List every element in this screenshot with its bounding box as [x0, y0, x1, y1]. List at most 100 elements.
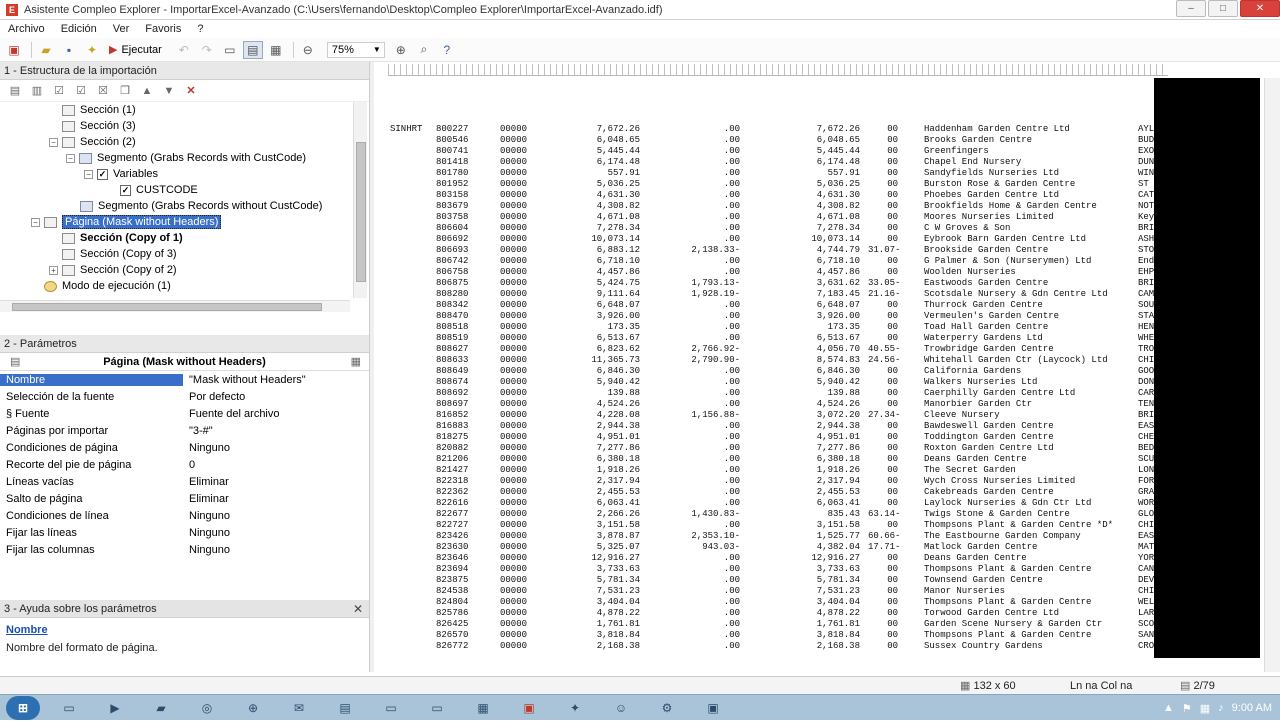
explorer-icon[interactable]: ▭ — [52, 697, 86, 719]
property-pages-icon[interactable]: ▦ — [351, 355, 361, 368]
close-icon[interactable]: ✕ — [353, 600, 363, 618]
tree-node-section-copy-1[interactable]: Sección (Copy of 1) — [62, 230, 183, 246]
tree-node-custcode[interactable]: ✓ CUSTCODE — [120, 182, 198, 198]
menu-help[interactable]: ? — [189, 23, 211, 35]
clock[interactable]: 9:00 AM — [1232, 702, 1272, 714]
menu-archivo[interactable]: Archivo — [0, 23, 53, 35]
param-row-line-conditions[interactable]: Condiciones de línea Ninguno — [0, 507, 369, 524]
scrollbar-thumb[interactable] — [12, 303, 322, 311]
param-row-page-conditions[interactable]: Condiciones de página Ninguno — [0, 439, 369, 456]
mail-icon[interactable]: ✉ — [282, 697, 316, 719]
settings-icon[interactable]: ⚙ — [650, 697, 684, 719]
param-row-empty-lines[interactable]: Líneas vacías Eliminar — [0, 473, 369, 490]
view-single-icon[interactable]: ▭ — [220, 41, 240, 59]
tree-node-section-copy-3[interactable]: Sección (Copy of 3) — [62, 246, 177, 262]
tree-node-section-2[interactable]: − Sección (2) — [49, 134, 136, 150]
param-value[interactable]: Fuente del archivo — [183, 408, 280, 420]
expand-toggle[interactable]: + — [49, 265, 58, 275]
tree-horizontal-scrollbar[interactable] — [0, 300, 350, 312]
param-row-fix-lines[interactable]: Fijar las líneas Ninguno — [0, 524, 369, 541]
menu-favoris[interactable]: Favoris — [137, 23, 189, 35]
param-value[interactable]: Ninguno — [183, 442, 230, 454]
add-field-icon[interactable]: ☒ — [92, 84, 114, 97]
param-row-font[interactable]: § Fuente Fuente del archivo — [0, 405, 369, 422]
param-row-nombre[interactable]: Nombre "Mask without Headers" — [0, 371, 369, 388]
tree-node-page-mask[interactable]: − Página (Mask without Headers) — [31, 214, 222, 230]
param-row-pages[interactable]: Páginas por importar "3-#" — [0, 422, 369, 439]
compleo-icon[interactable]: ▣ — [512, 697, 546, 719]
param-row-page-break[interactable]: Salto de página Eliminar — [0, 490, 369, 507]
report-preview[interactable]: SINHRT 800227 00000 7,672.26 .00 7,672.26 00 Ha… — [374, 62, 1280, 672]
add-variable-icon[interactable]: ☑ — [70, 84, 92, 97]
browser-icon[interactable]: ◎ — [190, 697, 224, 719]
add-section-icon[interactable]: ▥ — [26, 84, 48, 97]
param-row-footer-trim[interactable]: Recorte del pie de página 0 — [0, 456, 369, 473]
collapse-toggle[interactable]: − — [31, 217, 40, 227]
param-value[interactable]: 0 — [183, 459, 195, 471]
view-split-icon[interactable]: ▤ — [242, 40, 263, 59]
window-icon[interactable]: ▭ — [374, 697, 408, 719]
calculator-icon[interactable]: ▦ — [466, 697, 500, 719]
media-icon[interactable]: ▶ — [98, 697, 132, 719]
param-value[interactable]: Ninguno — [183, 544, 230, 556]
tree-vertical-scrollbar[interactable] — [353, 102, 367, 298]
move-up-icon[interactable]: ▲ — [136, 85, 158, 97]
network-icon[interactable]: ⊕ — [236, 697, 270, 719]
help-icon[interactable]: ? — [437, 41, 457, 59]
tray-arrow-icon[interactable]: ▲ — [1163, 702, 1174, 714]
tray-network-icon[interactable]: ▦ — [1200, 702, 1210, 715]
binoculars-icon[interactable]: ⌕ — [414, 41, 434, 59]
collapse-toggle[interactable]: − — [66, 153, 75, 163]
help-topic-link[interactable]: Nombre — [0, 618, 369, 638]
tools-icon[interactable]: ✦ — [558, 697, 592, 719]
add-page-icon[interactable]: ▤ — [4, 84, 26, 97]
tree-node-section-3[interactable]: Sección (3) — [62, 118, 136, 134]
undo-icon[interactable]: ↶ — [174, 41, 194, 59]
param-row-source[interactable]: Selección de la fuente Por defecto — [0, 388, 369, 405]
scrollbar-thumb[interactable] — [356, 142, 366, 282]
tray-flag-icon[interactable]: ⚑ — [1182, 702, 1192, 715]
zoom-out-icon[interactable]: ⊖ — [298, 41, 318, 59]
param-value[interactable]: "3-#" — [183, 425, 213, 437]
param-value[interactable]: Eliminar — [183, 493, 229, 505]
tree-node-segment-with-custcode[interactable]: − Segmento (Grabs Records with CustCode) — [66, 150, 306, 166]
add-segment-icon[interactable]: ☑ — [48, 84, 70, 97]
document-icon[interactable]: ▤ — [328, 697, 362, 719]
minimize-button[interactable]: – — [1176, 0, 1206, 17]
exit-icon[interactable]: ▣ — [4, 41, 24, 59]
param-value[interactable]: Ninguno — [183, 510, 230, 522]
zoom-select[interactable]: 75% ▼ — [326, 41, 385, 58]
window-icon[interactable]: ▭ — [420, 697, 454, 719]
user-icon[interactable]: ☺ — [604, 697, 638, 719]
zoom-in-icon[interactable]: ⊕ — [391, 41, 411, 59]
redo-icon[interactable]: ↷ — [197, 41, 217, 59]
menu-edicion[interactable]: Edición — [53, 23, 105, 35]
collapse-toggle[interactable]: − — [49, 137, 58, 147]
wizard-icon[interactable]: ✦ — [82, 41, 102, 59]
run-button[interactable]: ▶ Ejecutar — [105, 41, 166, 59]
param-value[interactable]: Eliminar — [183, 476, 229, 488]
param-value[interactable]: "Mask without Headers" — [183, 374, 306, 386]
maximize-button[interactable]: □ — [1208, 0, 1238, 17]
tree-node-segment-without-custcode[interactable]: Segmento (Grabs Records without CustCode… — [80, 198, 322, 214]
tree-node-section-1[interactable]: Sección (1) — [62, 102, 136, 118]
view-grid-icon[interactable]: ▦ — [266, 41, 286, 59]
param-value[interactable]: Ninguno — [183, 527, 230, 539]
tree-node-section-copy-2[interactable]: + Sección (Copy of 2) — [49, 262, 177, 278]
menu-ver[interactable]: Ver — [105, 23, 138, 35]
tree-node-variables[interactable]: − ✓ Variables — [84, 166, 158, 182]
tray-volume-icon[interactable]: ♪ — [1218, 702, 1224, 714]
collapse-toggle[interactable]: − — [84, 169, 93, 179]
close-button[interactable]: ✕ — [1240, 0, 1280, 17]
delete-icon[interactable]: ✕ — [180, 84, 202, 97]
open-folder-icon[interactable]: ▰ — [36, 41, 56, 59]
terminal-icon[interactable]: ▣ — [696, 697, 730, 719]
copy-icon[interactable]: ❐ — [114, 84, 136, 97]
start-button[interactable]: ⊞ — [6, 695, 40, 720]
tree-node-execution-mode[interactable]: Modo de ejecución (1) — [44, 278, 171, 294]
sort-icon[interactable]: ▤ — [10, 355, 20, 368]
folder-icon[interactable]: ▰ — [144, 697, 178, 719]
move-down-icon[interactable]: ▼ — [158, 85, 180, 97]
column-ruler[interactable] — [388, 64, 1168, 76]
param-row-fix-columns[interactable]: Fijar las columnas Ninguno — [0, 541, 369, 558]
